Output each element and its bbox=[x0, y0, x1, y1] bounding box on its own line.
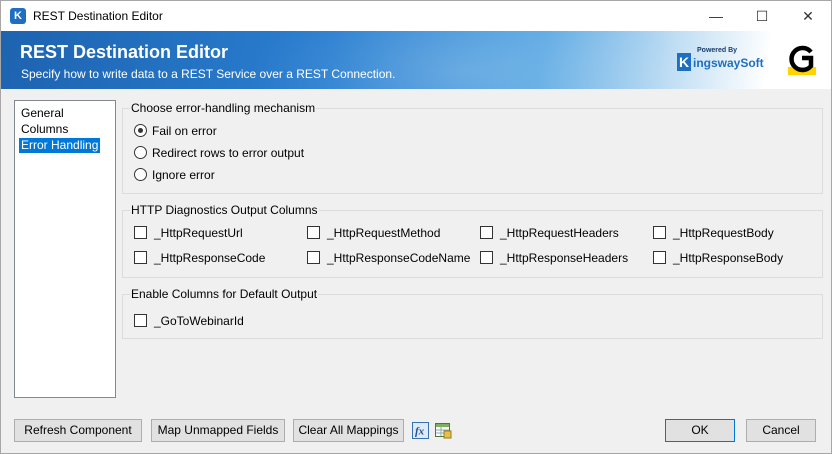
checkbox[interactable] bbox=[480, 251, 493, 264]
ok-button[interactable]: OK bbox=[665, 419, 735, 442]
radio-button[interactable] bbox=[134, 168, 147, 181]
default-output-group-label: Enable Columns for Default Output bbox=[130, 287, 319, 301]
page-nav-list[interactable]: General Columns Error Handling bbox=[14, 100, 116, 398]
http-diagnostics-group-label: HTTP Diagnostics Output Columns bbox=[130, 203, 319, 217]
checkbox-label[interactable]: _HttpRequestMethod bbox=[327, 226, 440, 240]
kingswaysoft-name: ingswaySoft bbox=[693, 56, 764, 70]
svg-text:fx: fx bbox=[415, 426, 425, 438]
http-diagnostics-group: HTTP Diagnostics Output Columns bbox=[122, 203, 823, 278]
nav-item-columns[interactable]: Columns bbox=[19, 122, 70, 137]
checkbox[interactable] bbox=[653, 251, 666, 264]
refresh-component-button[interactable]: Refresh Component bbox=[14, 419, 142, 442]
checkbox-label[interactable]: _HttpRequestUrl bbox=[154, 226, 243, 240]
checkbox-label[interactable]: _HttpResponseBody bbox=[673, 251, 783, 265]
title-bar[interactable]: K REST Destination Editor — ☐ ✕ bbox=[1, 1, 831, 31]
rest-destination-editor-window: K REST Destination Editor — ☐ ✕ REST Des… bbox=[0, 0, 832, 454]
banner-subtitle: Specify how to write data to a REST Serv… bbox=[21, 67, 396, 81]
radio-label[interactable]: Ignore error bbox=[152, 168, 215, 182]
expression-fx-icon[interactable]: fx bbox=[412, 422, 429, 439]
powered-by-label: Powered By bbox=[697, 47, 738, 54]
gotowebinar-g-logo-icon bbox=[788, 45, 816, 75]
clear-all-mappings-button[interactable]: Clear All Mappings bbox=[293, 419, 404, 442]
variables-grid-icon[interactable] bbox=[435, 422, 452, 439]
checkbox[interactable] bbox=[134, 251, 147, 264]
radio-label[interactable]: Fail on error bbox=[152, 124, 217, 138]
checkbox[interactable] bbox=[134, 226, 147, 239]
banner-title: REST Destination Editor bbox=[20, 42, 229, 62]
nav-item-general[interactable]: General bbox=[19, 106, 66, 121]
checkbox[interactable] bbox=[134, 314, 147, 327]
checkbox-label[interactable]: _HttpResponseCodeName bbox=[327, 251, 470, 265]
minimize-button[interactable]: — bbox=[693, 1, 739, 31]
error-handling-group-label: Choose error-handling mechanism bbox=[130, 101, 317, 115]
checkbox-label[interactable]: _HttpResponseHeaders bbox=[500, 251, 628, 265]
window-title: REST Destination Editor bbox=[33, 9, 163, 23]
kingswaysoft-logo: Powered By K ingswaySoft bbox=[677, 47, 764, 75]
radio-button[interactable] bbox=[134, 146, 147, 159]
checkbox-label[interactable]: _HttpResponseCode bbox=[154, 251, 265, 265]
radio-label[interactable]: Redirect rows to error output bbox=[152, 146, 304, 160]
kingswaysoft-k-icon: K bbox=[677, 53, 691, 71]
checkbox[interactable] bbox=[653, 226, 666, 239]
checkbox-label[interactable]: _HttpRequestBody bbox=[673, 226, 774, 240]
kingswaysoft-app-icon: K bbox=[10, 8, 26, 24]
radio-button-checked[interactable] bbox=[134, 124, 147, 137]
header-banner: REST Destination Editor Specify how to w… bbox=[1, 31, 831, 89]
close-button[interactable]: ✕ bbox=[785, 1, 831, 31]
cancel-button[interactable]: Cancel bbox=[746, 419, 816, 442]
checkbox[interactable] bbox=[307, 226, 320, 239]
checkbox-label[interactable]: _HttpRequestHeaders bbox=[500, 226, 619, 240]
checkbox[interactable] bbox=[480, 226, 493, 239]
map-unmapped-fields-button[interactable]: Map Unmapped Fields bbox=[151, 419, 285, 442]
checkbox-label[interactable]: _GoToWebinarId bbox=[154, 314, 244, 328]
nav-item-error-handling[interactable]: Error Handling bbox=[19, 138, 101, 153]
maximize-button[interactable]: ☐ bbox=[739, 1, 785, 31]
checkbox[interactable] bbox=[307, 251, 320, 264]
